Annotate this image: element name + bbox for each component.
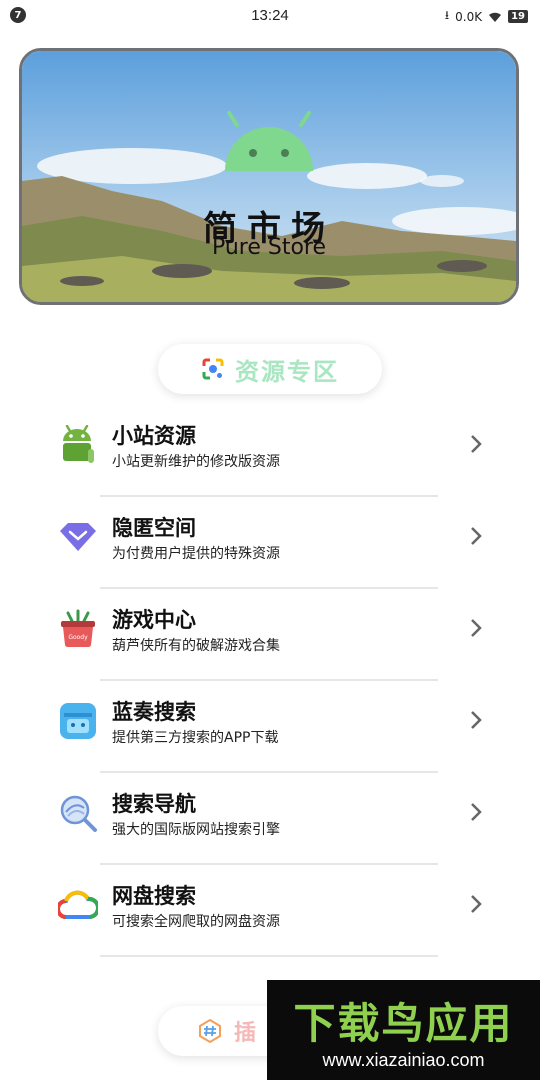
menu-item-title: 隐匿空间 (112, 516, 196, 540)
search-globe-icon (60, 795, 97, 832)
chevron-right-icon (471, 619, 482, 637)
banner-subtitle: Pure Store (211, 235, 327, 260)
cloud-icon (58, 890, 98, 919)
chevron-right-icon (471, 435, 482, 453)
notification-badge: 7 (10, 7, 26, 23)
watermark-url: www.xiazainiao.com (322, 1050, 485, 1070)
resource-section-header[interactable]: 资源专区 (158, 344, 382, 394)
menu-item-subtitle: 小站更新维护的修改版资源 (112, 454, 280, 470)
chevron-right-icon (471, 803, 482, 821)
menu-item-site-resources[interactable]: 小站资源 小站更新维护的修改版资源 (0, 405, 540, 497)
battery-icon: 19 (508, 10, 528, 23)
banner[interactable]: 简市场 Pure Store (19, 48, 519, 305)
menu-item-subtitle: 提供第三方搜索的APP下载 (112, 730, 279, 746)
android-icon (63, 425, 94, 463)
watermark: 下载鸟应用 www.xiazainiao.com (267, 980, 540, 1080)
menu-item-title: 搜索导航 (112, 792, 196, 816)
svg-text:Goody: Goody (68, 634, 88, 641)
status-time: 13:24 (251, 6, 289, 24)
resource-section-label: 资源专区 (235, 357, 339, 386)
menu-item-search-nav[interactable]: 搜索导航 强大的国际版网站搜索引擎 (0, 773, 540, 865)
menu-item-lanzou-search[interactable]: 蓝奏搜索 提供第三方搜索的APP下载 (0, 681, 540, 773)
menu-item-title: 游戏中心 (112, 608, 196, 632)
menu-item-game-center[interactable]: Goody 游戏中心 葫芦侠所有的破解游戏合集 (0, 589, 540, 681)
game-basket-icon: Goody (61, 609, 95, 648)
menu-item-subtitle: 葫芦侠所有的破解游戏合集 (112, 638, 280, 654)
network-speed: 0.0K (455, 9, 483, 24)
menu-item-title: 小站资源 (112, 424, 196, 448)
plugin-section-label: 插 (234, 1021, 257, 1046)
chevron-right-icon (471, 895, 482, 913)
chevron-right-icon (471, 711, 482, 729)
chevron-right-icon (471, 527, 482, 545)
status-indicators: ⭳ 0.0K 19 (445, 6, 528, 27)
menu-item-title: 网盘搜索 (112, 884, 196, 908)
watermark-title: 下载鸟应用 (293, 999, 514, 1048)
plugin-hash-icon (199, 1019, 221, 1043)
banner-landscape-image (22, 51, 516, 302)
google-lens-icon (202, 358, 224, 380)
diamond-icon (60, 523, 96, 551)
menu-item-cloud-search[interactable]: 网盘搜索 可搜索全网爬取的网盘资源 (0, 865, 540, 957)
menu-item-subtitle: 强大的国际版网站搜索引擎 (112, 822, 280, 838)
robot-icon (60, 703, 96, 739)
wifi-icon (489, 12, 502, 22)
download-speed-icon: ⭳ (444, 8, 450, 22)
divider (100, 955, 438, 957)
menu-item-hidden-space[interactable]: 隐匿空间 为付费用户提供的特殊资源 (0, 497, 540, 589)
menu-item-subtitle: 可搜索全网爬取的网盘资源 (112, 914, 280, 930)
menu-item-subtitle: 为付费用户提供的特殊资源 (112, 546, 280, 562)
status-bar: 7 13:24 ⭳ 0.0K 19 (0, 0, 540, 30)
menu-item-title: 蓝奏搜索 (112, 700, 196, 724)
